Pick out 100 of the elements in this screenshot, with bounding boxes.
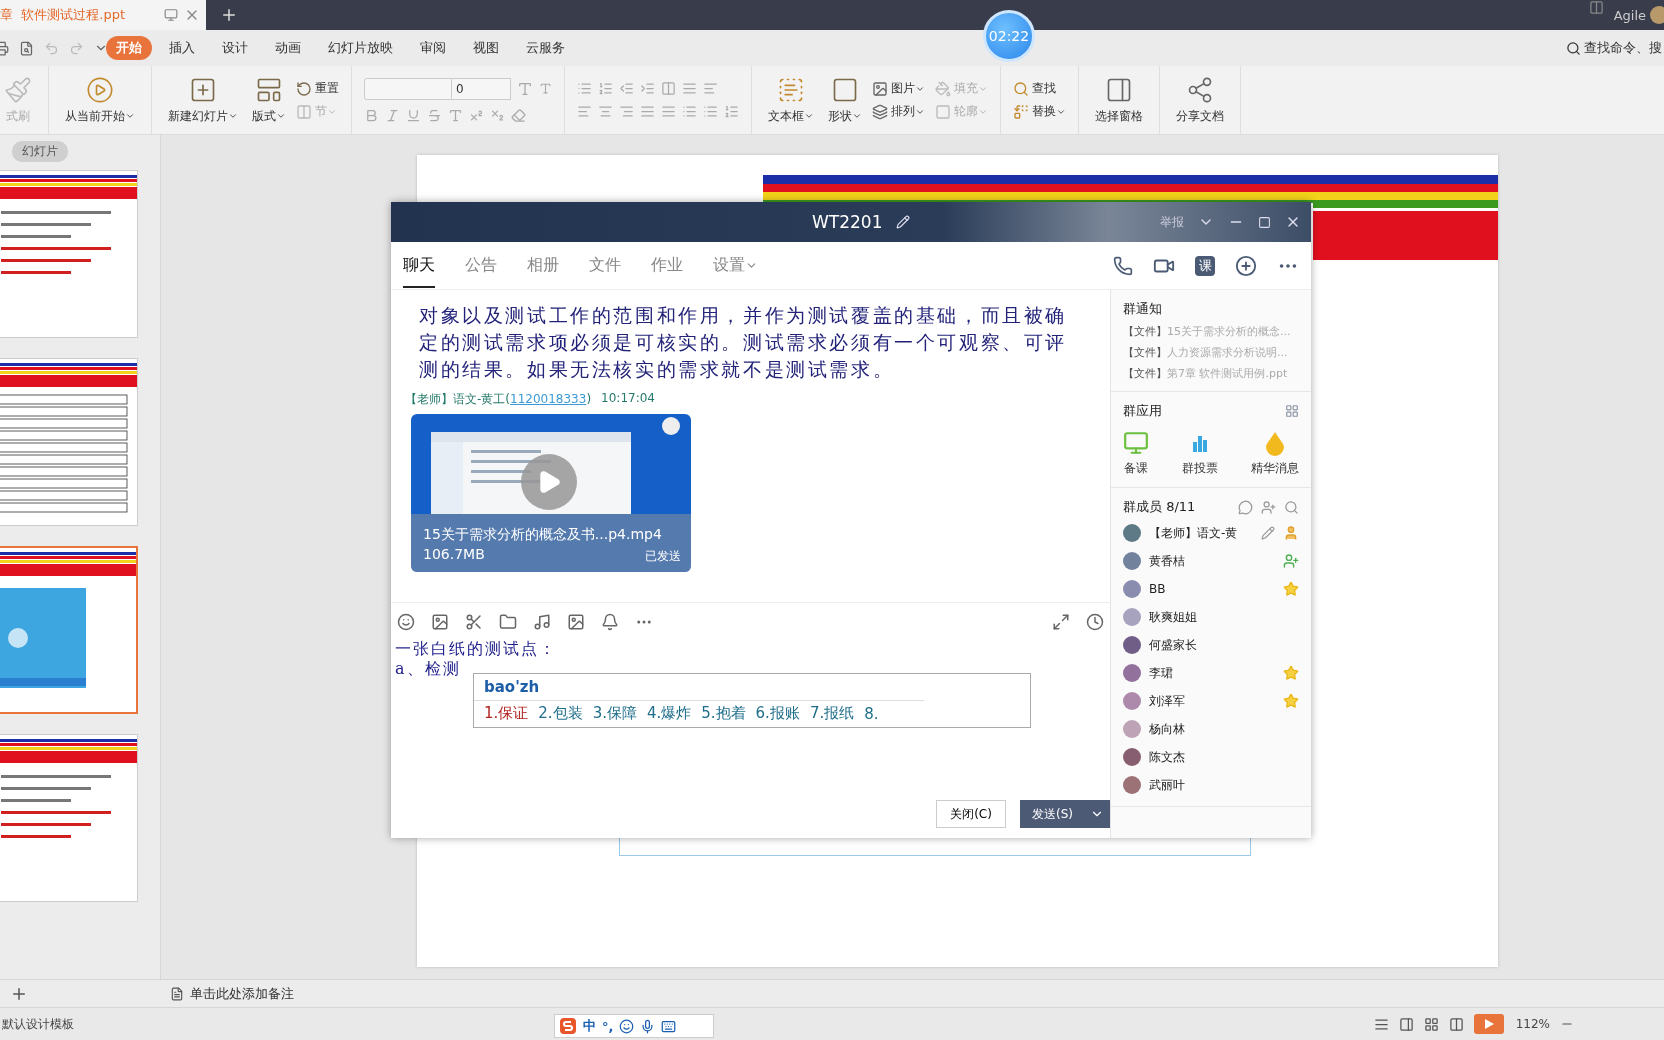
punctuation-mode[interactable]: °,	[602, 1018, 614, 1034]
member-name[interactable]: 耿爽姐姐	[1149, 608, 1197, 626]
plus-icon[interactable]	[1235, 254, 1257, 277]
ime-candidate[interactable]: 5.抱着	[701, 704, 746, 723]
ribbon-button[interactable]: 形状	[824, 75, 866, 125]
ribbon-button[interactable]: 排列	[872, 103, 925, 120]
video-card[interactable]: 15关于需求分析的概念及书...p4.mp4 106.7MB 已发送	[411, 414, 691, 572]
ribbon-button[interactable]: 分享文档	[1172, 75, 1228, 125]
ribbon-button[interactable]: 重置	[296, 80, 339, 97]
reading-view-icon[interactable]	[1448, 1016, 1464, 1032]
ime-candidate[interactable]: 2.包装	[538, 704, 583, 723]
member-name[interactable]: 何盛家长	[1149, 636, 1197, 654]
chat-tab[interactable]: 文件	[589, 243, 621, 288]
member-row[interactable]: 刘泽军	[1123, 690, 1299, 712]
member-row[interactable]: 何盛家长	[1123, 634, 1299, 656]
close-button[interactable]: 关闭(C)	[936, 800, 1006, 828]
notes-view-icon[interactable]	[1373, 1016, 1389, 1032]
avatar[interactable]	[1123, 776, 1141, 794]
command-search[interactable]: 查找命令、搜	[1584, 39, 1662, 57]
menu-tab[interactable]: 设计	[212, 36, 258, 60]
play-button[interactable]	[1473, 1014, 1504, 1034]
grow-font-icon[interactable]	[517, 80, 533, 97]
member-name[interactable]: 武丽叶	[1149, 776, 1185, 794]
member-row[interactable]: 耿爽姐姐	[1123, 606, 1299, 628]
member-name[interactable]: 李珺	[1149, 664, 1173, 682]
ribbon-button[interactable]: 从当前开始	[61, 75, 139, 125]
normal-view-icon[interactable]	[1398, 1016, 1414, 1032]
outdent-icon[interactable]	[619, 81, 634, 96]
music-icon[interactable]	[533, 613, 551, 631]
monitor-icon[interactable]	[164, 8, 178, 22]
course-button[interactable]: 课	[1195, 255, 1215, 276]
notes-placeholder[interactable]: 单击此处添加备注	[190, 984, 294, 1003]
expand-icon[interactable]	[1052, 613, 1070, 631]
caret-icon[interactable]	[125, 111, 135, 121]
notice-item[interactable]: 【文件】第7章 软件测试用例.ppt	[1123, 366, 1299, 381]
group-app[interactable]: 备课	[1123, 430, 1149, 477]
chat-tab[interactable]: 设置	[713, 243, 758, 288]
avatar[interactable]	[1123, 748, 1141, 766]
add-tab-icon[interactable]	[220, 6, 238, 24]
grid-icon[interactable]	[1285, 404, 1299, 418]
ime-candidate[interactable]: 7.报纸	[809, 704, 855, 723]
menu-tab[interactable]: 动画	[265, 36, 311, 60]
scissors-icon[interactable]	[465, 613, 483, 631]
group-app[interactable]: 群投票	[1182, 430, 1218, 477]
bold-icon[interactable]	[364, 107, 379, 123]
account-name[interactable]: Agile	[1613, 7, 1646, 23]
menu-tab[interactable]: 幻灯片放映	[318, 36, 403, 60]
member-name[interactable]: 【老师】语文-黄	[1149, 524, 1238, 542]
subscript-icon[interactable]	[490, 107, 505, 123]
caret-icon[interactable]	[276, 111, 286, 121]
avatar[interactable]	[1123, 692, 1141, 710]
send-button[interactable]: 发送(S)	[1020, 800, 1110, 828]
avatar[interactable]	[1123, 664, 1141, 682]
emoji-icon[interactable]	[397, 613, 415, 631]
grid-view-icon[interactable]	[1423, 1016, 1439, 1032]
search-icon[interactable]	[1566, 40, 1581, 56]
superscript-icon[interactable]	[469, 107, 484, 123]
menu-tab[interactable]: 视图	[463, 36, 509, 60]
sogou-logo-icon[interactable]	[559, 1017, 577, 1035]
emoji-icon[interactable]	[619, 1018, 635, 1034]
justify-icon[interactable]	[640, 104, 655, 119]
slides-label[interactable]: 幻灯片	[12, 141, 68, 162]
ribbon-button[interactable]: 选择窗格	[1091, 75, 1147, 125]
ime-candidate[interactable]: 6.报账	[755, 704, 800, 723]
font-size-field[interactable]: 0	[452, 77, 511, 100]
keyboard-icon[interactable]	[661, 1018, 677, 1034]
avatar[interactable]	[1123, 580, 1141, 598]
folder-icon[interactable]	[499, 613, 517, 631]
ime-candidate[interactable]: 3.保障	[592, 704, 637, 723]
chat-icon[interactable]	[1238, 499, 1253, 515]
ime-mode[interactable]: 中	[583, 1017, 596, 1035]
ribbon-button[interactable]: 查找	[1013, 80, 1066, 97]
caret-icon[interactable]	[804, 111, 814, 121]
member-name[interactable]: 刘泽军	[1149, 692, 1185, 710]
chat-tab[interactable]: 作业	[651, 243, 683, 288]
menu-tab[interactable]: 审阅	[410, 36, 456, 60]
note-icon[interactable]	[170, 986, 184, 1001]
bell-icon[interactable]	[601, 613, 619, 631]
chat-tab[interactable]: 公告	[465, 243, 497, 288]
ribbon-button[interactable]: 文本框	[764, 75, 818, 125]
avatar[interactable]	[1123, 608, 1141, 626]
slide-thumbnail[interactable]	[0, 734, 138, 902]
slide-thumbnail[interactable]	[0, 546, 138, 714]
slide-thumbnail[interactable]	[0, 170, 138, 338]
caret-icon[interactable]	[228, 111, 238, 121]
avatar[interactable]	[1650, 6, 1664, 24]
indent-icon[interactable]	[640, 81, 655, 96]
member-name[interactable]: 黄香桔	[1149, 552, 1185, 570]
group-app[interactable]: 精华消息	[1251, 430, 1299, 477]
mic-icon[interactable]	[640, 1018, 656, 1034]
preview-icon[interactable]	[19, 40, 34, 56]
member-name[interactable]: 杨向林	[1149, 720, 1185, 738]
phone-icon[interactable]	[1113, 255, 1133, 276]
menu-tab[interactable]: 插入	[159, 36, 205, 60]
member-row[interactable]: BB	[1123, 578, 1299, 600]
avatar[interactable]	[1123, 636, 1141, 654]
clock-icon[interactable]	[1086, 613, 1104, 631]
member-row[interactable]: 李珺	[1123, 662, 1299, 684]
maximize-icon[interactable]	[1258, 215, 1271, 229]
eraser-icon[interactable]	[511, 107, 526, 123]
